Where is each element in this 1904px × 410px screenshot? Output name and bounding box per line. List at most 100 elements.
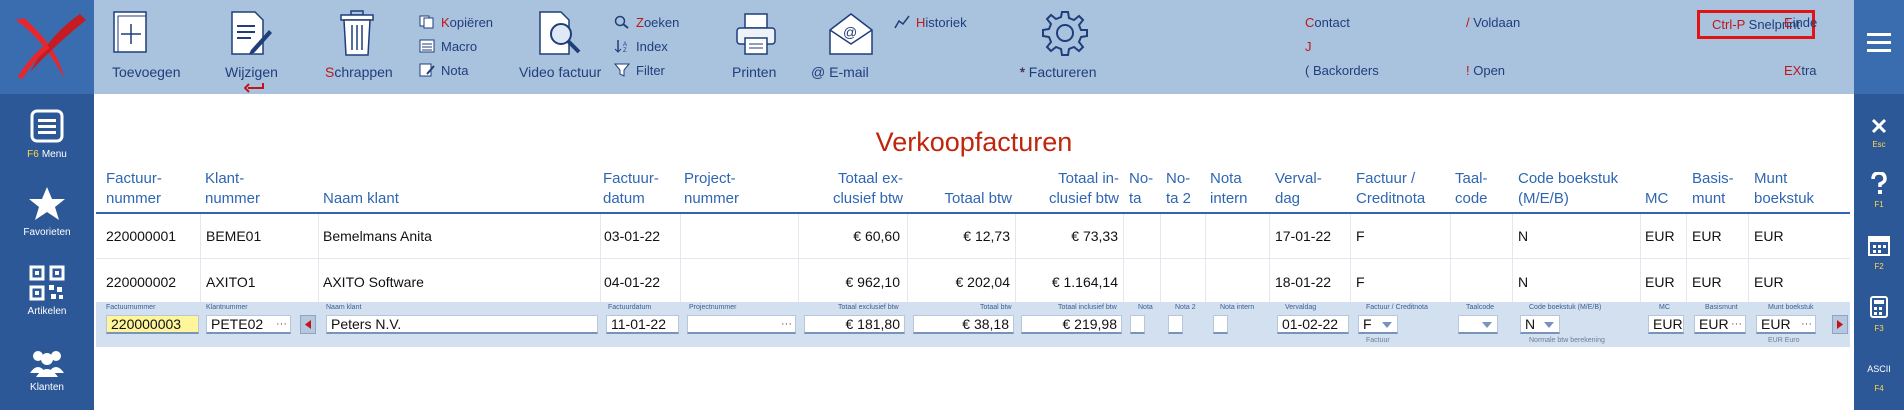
sidebar-item-favorites[interactable]: Favorieten: [0, 186, 94, 238]
header-base-currency[interactable]: Basis-munt: [1692, 169, 1734, 209]
customer-no-field[interactable]: PETE02 ···: [206, 315, 291, 334]
note-internal-checkbox[interactable]: [1213, 315, 1228, 334]
ascii-button[interactable]: ASCII F4: [1854, 364, 1904, 393]
header-lang-code[interactable]: Taal-code: [1455, 169, 1488, 209]
add-document-icon: [113, 11, 147, 53]
history-chart-icon: [894, 15, 910, 29]
filter-button[interactable]: Filter: [614, 63, 665, 78]
header-total-vat[interactable]: Totaal btw: [912, 169, 1012, 209]
calculator-button[interactable]: F3: [1854, 296, 1904, 333]
extra-hotkey: EX: [1784, 63, 1802, 78]
header-invoice-date[interactable]: Factuur-datum: [603, 169, 659, 209]
cell-invoice-credit: F: [1356, 274, 1365, 290]
total-vat-field[interactable]: € 38,18: [913, 315, 1014, 334]
total-incl-field[interactable]: € 219,98: [1021, 315, 1122, 334]
lookup-icon[interactable]: ···: [1731, 316, 1742, 332]
cell-customer-no: BEME01: [206, 228, 262, 244]
copy-hotkey: K: [441, 15, 450, 30]
header-currency-booking[interactable]: Munt boekstuk: [1754, 169, 1814, 209]
help-button[interactable]: F1: [1854, 171, 1904, 209]
label-total-excl: Totaal exclusief btw: [838, 304, 899, 311]
note-checkbox[interactable]: [1130, 315, 1145, 334]
edit-text: Wijzigen: [225, 64, 278, 80]
label-total-vat: Totaal btw: [980, 304, 1012, 311]
total-excl-field[interactable]: € 181,80: [804, 315, 905, 334]
booking-code-sub: Normale btw berekening: [1529, 337, 1605, 344]
envelope-icon: @: [829, 13, 873, 55]
cell-currency-booking: EUR: [1754, 274, 1784, 290]
copy-button[interactable]: Kopiëren: [419, 15, 493, 30]
header-invoice-credit[interactable]: Factuur / Creditnota: [1356, 169, 1425, 209]
due-day-field[interactable]: 01-02-22: [1277, 315, 1349, 334]
macro-list-icon: [419, 39, 435, 53]
lookup-icon[interactable]: ···: [1801, 316, 1812, 332]
cell-customer-no: AXITO1: [206, 274, 256, 290]
header-total-incl[interactable]: Totaal in-clusief btw: [1019, 169, 1119, 209]
backorders-button[interactable]: ( Backorders: [1305, 63, 1379, 78]
header-divider: [96, 212, 1850, 214]
paid-button[interactable]: / Voldaan: [1466, 15, 1520, 30]
lookup-icon[interactable]: ···: [276, 316, 287, 332]
label-customer-no: Klantnummer: [206, 304, 248, 311]
enter-arrow-icon: [244, 83, 264, 93]
header-customer-name[interactable]: Naam klant: [323, 169, 399, 209]
cell-due-day: 17-01-22: [1275, 228, 1332, 244]
history-hotkey: H: [916, 15, 926, 30]
invoice-credit-value: F: [1363, 316, 1372, 332]
sidebar-item-customers[interactable]: Klanten: [0, 347, 94, 393]
header-note[interactable]: No-ta: [1129, 169, 1153, 209]
contact-hotkey: C: [1305, 15, 1315, 30]
header-mc[interactable]: MC: [1645, 169, 1668, 209]
calendar-button[interactable]: F2: [1854, 234, 1904, 271]
header-note2[interactable]: No-ta 2: [1166, 169, 1191, 209]
index-button[interactable]: A Z Index: [614, 39, 668, 54]
header-total-excl[interactable]: Totaal ex-clusief btw: [800, 169, 903, 209]
invoice-no-field[interactable]: 220000003: [106, 315, 199, 334]
history-button[interactable]: Historiek: [894, 15, 967, 30]
header-note-internal[interactable]: Nota intern: [1210, 169, 1248, 209]
contact-button[interactable]: Contact: [1305, 15, 1350, 30]
customer-no-value: PETE02: [211, 316, 264, 332]
svg-text:@: @: [843, 24, 857, 40]
cell-invoice-date: 04-01-22: [604, 274, 661, 290]
note-button[interactable]: Nota: [419, 63, 468, 78]
extra-button[interactable]: EXtra: [1784, 63, 1817, 78]
sidebar-item-menu[interactable]: F6 Menu: [0, 108, 94, 160]
end-label: inde: [1792, 15, 1818, 30]
j-button[interactable]: J: [1305, 39, 1312, 54]
hamburger-button[interactable]: [1854, 0, 1904, 94]
invoice-credit-select[interactable]: F: [1358, 315, 1398, 334]
end-button[interactable]: Einde: [1784, 15, 1817, 30]
header-due-day[interactable]: Verval-dag: [1275, 169, 1322, 209]
prev-button[interactable]: [300, 315, 316, 334]
edit-label: Wijzigen: [225, 64, 278, 80]
favorites-label: Favorieten: [23, 227, 71, 238]
booking-code-select[interactable]: N: [1520, 315, 1560, 334]
customer-name-field[interactable]: Peters N.V.: [326, 315, 598, 334]
app-logo[interactable]: [0, 0, 94, 94]
open-button[interactable]: ! Open: [1466, 63, 1505, 78]
search-button[interactable]: Zoeken: [614, 15, 679, 30]
sidebar-item-articles[interactable]: Artikelen: [0, 265, 94, 317]
trash-icon: [340, 10, 374, 56]
calculator-icon: [1870, 296, 1888, 318]
cell-customer-name: Bemelmans Anita: [323, 228, 432, 244]
project-no-field[interactable]: ···: [687, 315, 796, 334]
copy-icon: [419, 15, 434, 29]
cell-mc: EUR: [1645, 228, 1675, 244]
f1-key: F1: [1874, 200, 1884, 209]
next-button[interactable]: [1832, 315, 1848, 334]
note2-checkbox[interactable]: [1168, 315, 1183, 334]
header-invoice-no[interactable]: Factuur-nummer: [106, 169, 162, 209]
close-button[interactable]: Esc: [1854, 118, 1904, 149]
header-customer-no[interactable]: Klant-nummer: [205, 169, 260, 209]
header-project-no[interactable]: Project-nummer: [684, 169, 739, 209]
base-currency-field[interactable]: EUR ···: [1694, 315, 1746, 334]
macro-button[interactable]: Macro: [419, 39, 477, 54]
currency-booking-field[interactable]: EUR ···: [1756, 315, 1816, 334]
invoice-date-field[interactable]: 11-01-22: [606, 315, 679, 334]
lang-code-select[interactable]: [1458, 315, 1498, 334]
lookup-icon[interactable]: ···: [781, 316, 792, 332]
mc-field[interactable]: EUR: [1648, 315, 1684, 334]
header-booking-code[interactable]: Code boekstuk (M/E/B): [1518, 169, 1618, 209]
